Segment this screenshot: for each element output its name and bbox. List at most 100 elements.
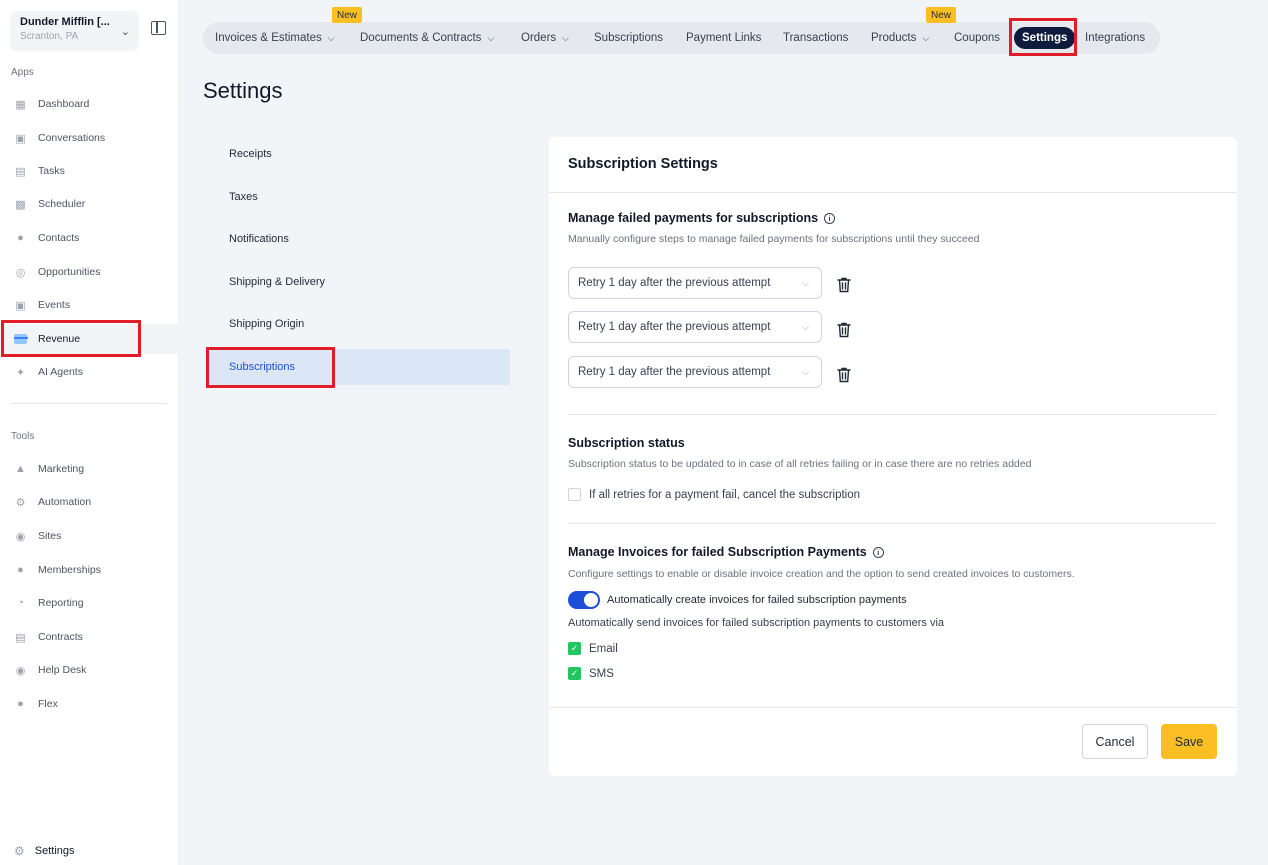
settings-menu-shipping-delivery[interactable]: Shipping & Delivery xyxy=(206,264,510,300)
sidebar-collapse-icon[interactable] xyxy=(151,21,166,35)
sidebar-item-label: Scheduler xyxy=(38,198,86,210)
sidebar-item-dashboard[interactable]: ▦ Dashboard xyxy=(0,90,179,118)
task-icon: ▤ xyxy=(15,165,26,178)
tab-integrations[interactable]: Integrations xyxy=(1085,22,1145,54)
failed-payments-heading: Manage failed payments for subscriptions… xyxy=(568,211,836,225)
sidebar-item-automation[interactable]: ⚙ Automation xyxy=(0,488,179,516)
sidebar-item-ai-agents[interactable]: ✦ AI Agents xyxy=(0,358,179,386)
toggle-label: Automatically create invoices for failed… xyxy=(607,594,907,606)
chevron-down-icon: ⌵ xyxy=(802,366,809,377)
group-icon: ● xyxy=(17,564,24,576)
tab-products[interactable]: Products ⌵ xyxy=(871,22,929,54)
apps-section-label: Apps xyxy=(11,67,34,78)
settings-menu-subscriptions[interactable]: Subscriptions xyxy=(206,349,510,385)
trash-icon[interactable] xyxy=(837,322,851,338)
tab-label: Settings xyxy=(1022,32,1068,44)
cancel-button[interactable]: Cancel xyxy=(1082,724,1148,759)
settings-menu-receipts[interactable]: Receipts xyxy=(206,136,510,172)
sms-checkbox[interactable]: ✓ xyxy=(568,667,581,680)
sidebar-item-revenue[interactable]: Revenue xyxy=(0,324,179,354)
new-badge: New xyxy=(926,7,957,23)
globe-icon: ◉ xyxy=(15,530,26,543)
info-icon[interactable]: i xyxy=(824,212,836,224)
failed-payments-description: Manually configure steps to manage faile… xyxy=(568,233,980,245)
sidebar-item-marketing[interactable]: ▲ Marketing xyxy=(0,455,179,483)
chevron-down-icon: ⌵ xyxy=(487,32,495,43)
megaphone-icon: ▲ xyxy=(15,463,26,475)
sidebar-divider xyxy=(12,403,167,404)
subscription-settings-card: Subscription Settings Manage failed paym… xyxy=(549,137,1237,776)
sidebar: Dunder Mifflin [... Scranton, PA ⌄ Apps … xyxy=(0,0,179,865)
retry-select-2[interactable]: Retry 1 day after the previous attempt ⌵ xyxy=(568,311,822,343)
people-icon: ● xyxy=(17,698,24,710)
failed-invoices-description: Configure settings to enable or disable … xyxy=(568,568,1075,580)
sidebar-item-settings[interactable]: ⚙ Settings xyxy=(14,844,75,858)
sidebar-item-conversations[interactable]: ▣ Conversations xyxy=(0,124,179,152)
sidebar-item-label: Help Desk xyxy=(38,664,87,676)
retry-select-1[interactable]: Retry 1 day after the previous attempt ⌵ xyxy=(568,267,822,299)
settings-menu-taxes[interactable]: Taxes xyxy=(206,179,510,215)
pie-chart-icon: ◔ xyxy=(17,597,24,609)
trash-icon[interactable] xyxy=(837,367,851,383)
email-checkbox[interactable]: ✓ xyxy=(568,642,581,655)
tab-invoices-estimates[interactable]: Invoices & Estimates ⌵ xyxy=(215,22,335,54)
credit-card-icon xyxy=(14,333,28,345)
settings-menu-notifications[interactable]: Notifications xyxy=(206,221,510,257)
section-divider xyxy=(568,523,1217,524)
cancel-subscription-checkbox[interactable] xyxy=(568,488,581,501)
chevron-down-icon: ⌵ xyxy=(802,277,809,288)
dashboard-icon: ▦ xyxy=(15,98,26,111)
sidebar-item-label: Conversations xyxy=(38,132,106,144)
person-icon: ● xyxy=(17,232,24,244)
sidebar-item-opportunities[interactable]: ◎ Opportunities xyxy=(0,258,179,286)
sidebar-item-help-desk[interactable]: ◉ Help Desk xyxy=(0,656,179,684)
sidebar-item-label: Events xyxy=(38,299,71,311)
sidebar-item-events[interactable]: ▣ Events xyxy=(0,291,179,319)
sidebar-item-label: Tasks xyxy=(38,165,65,177)
sidebar-item-label: Revenue xyxy=(38,333,81,345)
settings-menu-shipping-origin[interactable]: Shipping Origin xyxy=(206,306,510,342)
tab-subscriptions[interactable]: Subscriptions xyxy=(594,22,663,54)
checkbox-label: If all retries for a payment fail, cance… xyxy=(589,488,861,501)
tab-transactions[interactable]: Transactions xyxy=(783,22,848,54)
sidebar-item-sites[interactable]: ◉ Sites xyxy=(0,522,179,550)
sidebar-item-memberships[interactable]: ● Memberships xyxy=(0,556,179,584)
tab-label: Invoices & Estimates xyxy=(215,32,322,44)
sidebar-item-scheduler[interactable]: ▩ Scheduler xyxy=(0,190,179,218)
tab-label: Orders xyxy=(521,32,557,44)
tab-payment-links[interactable]: Payment Links xyxy=(686,22,761,54)
save-button[interactable]: Save xyxy=(1161,724,1217,759)
tab-label: Subscriptions xyxy=(594,32,664,44)
trash-icon[interactable] xyxy=(837,277,851,293)
gears-icon: ⚙ xyxy=(15,496,26,509)
card-title: Subscription Settings xyxy=(568,156,718,172)
page-title: Settings xyxy=(203,78,283,103)
select-value: Retry 1 day after the previous attempt xyxy=(578,366,771,378)
sidebar-item-label: Memberships xyxy=(38,564,102,576)
email-checkbox-row[interactable]: ✓ Email xyxy=(568,642,618,655)
tab-orders[interactable]: Orders ⌵ xyxy=(521,22,569,54)
sidebar-item-tasks[interactable]: ▤ Tasks xyxy=(0,157,179,185)
sidebar-item-reporting[interactable]: ◔ Reporting xyxy=(0,589,179,617)
chevron-down-icon: ⌵ xyxy=(562,32,569,43)
account-switcher[interactable]: Dunder Mifflin [... Scranton, PA ⌄ xyxy=(10,11,139,51)
info-icon[interactable]: i xyxy=(872,546,884,558)
tab-label: Payment Links xyxy=(686,32,762,44)
tab-documents-contracts[interactable]: Documents & Contracts ⌵ xyxy=(360,22,494,54)
cancel-subscription-checkbox-row[interactable]: If all retries for a payment fail, cance… xyxy=(568,488,860,501)
tab-coupons[interactable]: Coupons xyxy=(954,22,1000,54)
retry-select-3[interactable]: Retry 1 day after the previous attempt ⌵ xyxy=(568,356,822,388)
sidebar-item-contracts[interactable]: ▤ Contracts xyxy=(0,623,179,651)
sidebar-item-contacts[interactable]: ● Contacts xyxy=(0,224,179,252)
sidebar-item-flex[interactable]: ● Flex xyxy=(0,690,179,718)
sms-checkbox-row[interactable]: ✓ SMS xyxy=(568,667,614,680)
auto-create-invoices-toggle[interactable] xyxy=(568,591,600,609)
checkbox-label: Email xyxy=(589,642,618,655)
tab-settings[interactable]: Settings xyxy=(1014,27,1076,49)
new-badge: New xyxy=(332,7,363,23)
sidebar-item-label: Settings xyxy=(34,845,75,857)
chevron-down-icon: ⌵ xyxy=(802,321,809,332)
tab-label: Integrations xyxy=(1085,32,1146,44)
top-navigation: Invoices & Estimates ⌵ Documents & Contr… xyxy=(203,22,1160,54)
section-divider xyxy=(568,414,1217,415)
